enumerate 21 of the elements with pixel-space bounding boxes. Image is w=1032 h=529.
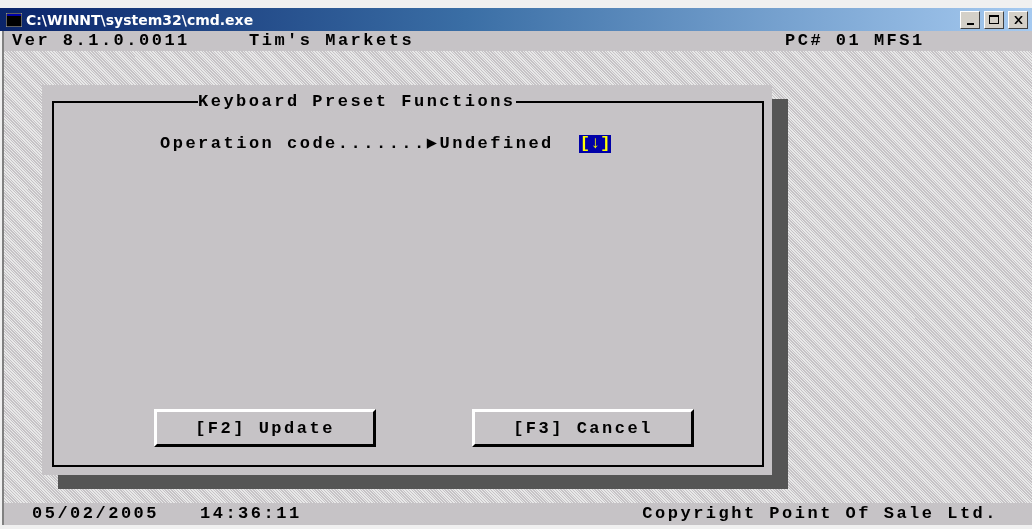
maximize-button[interactable] [984, 10, 1004, 29]
console-icon [6, 12, 22, 27]
close-icon [1013, 15, 1023, 24]
dialog-title: Keyboard Preset Functions [198, 93, 516, 111]
minimize-button[interactable] [960, 10, 980, 29]
version-text: Ver 8.1.0.0011 [12, 32, 191, 50]
terminal-id: PC# 01 MFS1 [785, 32, 926, 50]
update-button[interactable]: [F2] Update [154, 409, 376, 447]
field-label: Operation code....... [160, 135, 427, 153]
date-text: 05/02/2005 [32, 505, 161, 523]
close-button[interactable] [1008, 10, 1028, 29]
cancel-button[interactable]: [F3] Cancel [472, 409, 694, 447]
minimize-icon [966, 22, 974, 25]
time-text: 14:36:11 [200, 505, 303, 523]
field-value: Undefined [439, 135, 554, 153]
copyright-text: Copyright Point Of Sale Ltd. [642, 505, 998, 523]
window-title: C:\WINNT\system32\cmd.exe [26, 11, 255, 28]
maximize-icon [989, 15, 999, 24]
dropdown-button[interactable]: [↓] [578, 135, 612, 153]
store-name: Tim's Markets [249, 32, 416, 50]
pointer-marker: ▶ [426, 135, 440, 153]
